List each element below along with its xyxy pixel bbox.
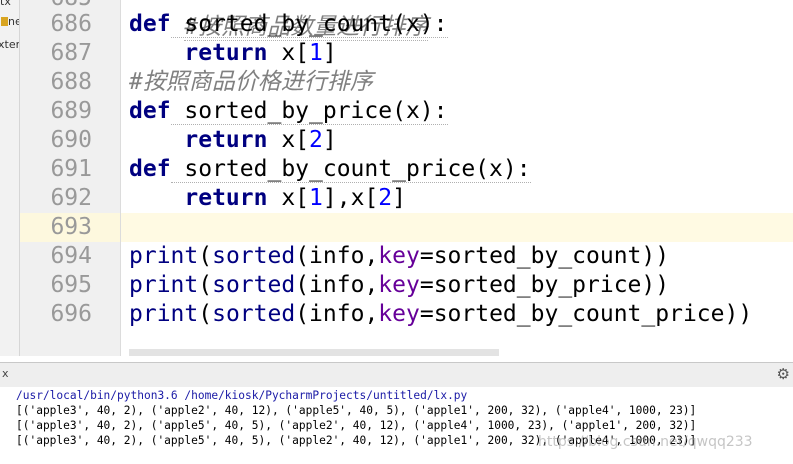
code-text: ] <box>322 40 337 66</box>
tree-item[interactable]: ne <box>8 15 19 28</box>
python-file-icon <box>1 17 8 26</box>
code-editor[interactable]: #按照商品数量进行排序 def sorted_by_count(x): retu… <box>121 0 793 356</box>
line-number: 694 <box>50 243 92 269</box>
code-line-694[interactable]: print(sorted(info,key=sorted_by_count)) <box>129 242 669 271</box>
function-signature: sorted_by_count(x): <box>170 11 448 38</box>
number-literal: 1 <box>309 40 323 66</box>
tree-item[interactable]: xter <box>0 38 19 51</box>
code-text: =sorted_by_count)) <box>419 243 670 269</box>
line-number: 690 <box>50 127 92 153</box>
builtin-sorted: sorted <box>212 243 296 269</box>
tree-item[interactable]: tx <box>0 0 11 8</box>
code-line-688[interactable]: #按照商品价格进行排序 <box>129 68 373 97</box>
project-tree-sliver[interactable]: tx ne xter <box>0 0 20 356</box>
line-number: 689 <box>50 98 92 124</box>
code-line-686[interactable]: def sorted_by_count(x): <box>129 10 448 39</box>
line-number: 686 <box>50 11 92 37</box>
code-text: (info, <box>295 301 379 327</box>
keyword-return: return <box>184 127 268 153</box>
comment-text: #按照商品价格进行排序 <box>129 69 373 95</box>
line-number: 687 <box>50 40 92 66</box>
console-output-line: [('apple3', 40, 2), ('apple2', 40, 12), … <box>16 404 697 417</box>
line-number: 695 <box>50 272 92 298</box>
line-number: 691 <box>50 156 92 182</box>
keyword-def: def <box>129 98 171 124</box>
number-literal: 1 <box>309 185 323 211</box>
line-number: 693 <box>50 214 92 240</box>
function-signature: sorted_by_count_price(x): <box>170 156 531 183</box>
code-text: x[ <box>267 127 310 153</box>
builtin-sorted: sorted <box>212 272 296 298</box>
code-line-692[interactable]: return x[1],x[2] <box>129 184 406 213</box>
console-output-line: [('apple3', 40, 2), ('apple5', 40, 5), (… <box>16 419 697 432</box>
gear-icon[interactable]: ⚙ <box>777 365 790 383</box>
line-number: 688 <box>50 69 92 95</box>
code-line-690[interactable]: return x[2] <box>129 126 337 155</box>
line-number: 696 <box>50 301 92 327</box>
builtin-sorted: sorted <box>212 301 296 327</box>
builtin-print: print <box>129 301 199 327</box>
keyword-argument: key <box>378 301 420 327</box>
code-text: ( <box>198 301 213 327</box>
code-text: ( <box>198 272 213 298</box>
console-command-line: /usr/local/bin/python3.6 /home/kiosk/Pyc… <box>16 389 468 402</box>
number-literal: 2 <box>309 127 323 153</box>
code-text: (info, <box>295 272 379 298</box>
code-text: =sorted_by_count_price)) <box>419 301 753 327</box>
keyword-return: return <box>184 185 268 211</box>
code-text: ] <box>322 127 337 153</box>
code-line-695[interactable]: print(sorted(info,key=sorted_by_price)) <box>129 271 669 300</box>
keyword-argument: key <box>378 272 420 298</box>
builtin-print: print <box>129 272 199 298</box>
close-icon[interactable]: x <box>2 367 9 380</box>
caret-line-highlight <box>121 213 793 242</box>
line-number: 692 <box>50 185 92 211</box>
code-text: (info, <box>295 243 379 269</box>
keyword-def: def <box>129 156 171 182</box>
keyword-return: return <box>184 40 268 66</box>
code-line-691[interactable]: def sorted_by_count_price(x): <box>129 155 531 184</box>
code-line-687[interactable]: return x[1] <box>129 39 337 68</box>
code-line-696[interactable]: print(sorted(info,key=sorted_by_count_pr… <box>129 300 752 329</box>
builtin-print: print <box>129 243 199 269</box>
code-text: x[ <box>267 40 310 66</box>
horizontal-scrollbar[interactable] <box>129 349 499 356</box>
number-literal: 2 <box>378 185 393 211</box>
watermark: https://blog.csdn.net/qwqq233 <box>538 434 753 450</box>
run-console[interactable]: /usr/local/bin/python3.6 /home/kiosk/Pyc… <box>0 387 793 464</box>
code-text: x[ <box>267 185 310 211</box>
keyword-def: def <box>129 11 171 37</box>
code-text: ] <box>392 185 406 211</box>
code-text: ( <box>198 243 213 269</box>
code-text: ],x[ <box>322 185 379 211</box>
code-line-689[interactable]: def sorted_by_price(x): <box>129 97 448 126</box>
function-signature: sorted_by_price(x): <box>170 98 448 125</box>
line-number-gutter: 685 686 687 688 689 690 691 692 693 694 … <box>20 0 121 356</box>
code-text: =sorted_by_price)) <box>419 272 670 298</box>
run-panel-header: x ⚙ <box>0 362 793 388</box>
keyword-argument: key <box>378 243 420 269</box>
